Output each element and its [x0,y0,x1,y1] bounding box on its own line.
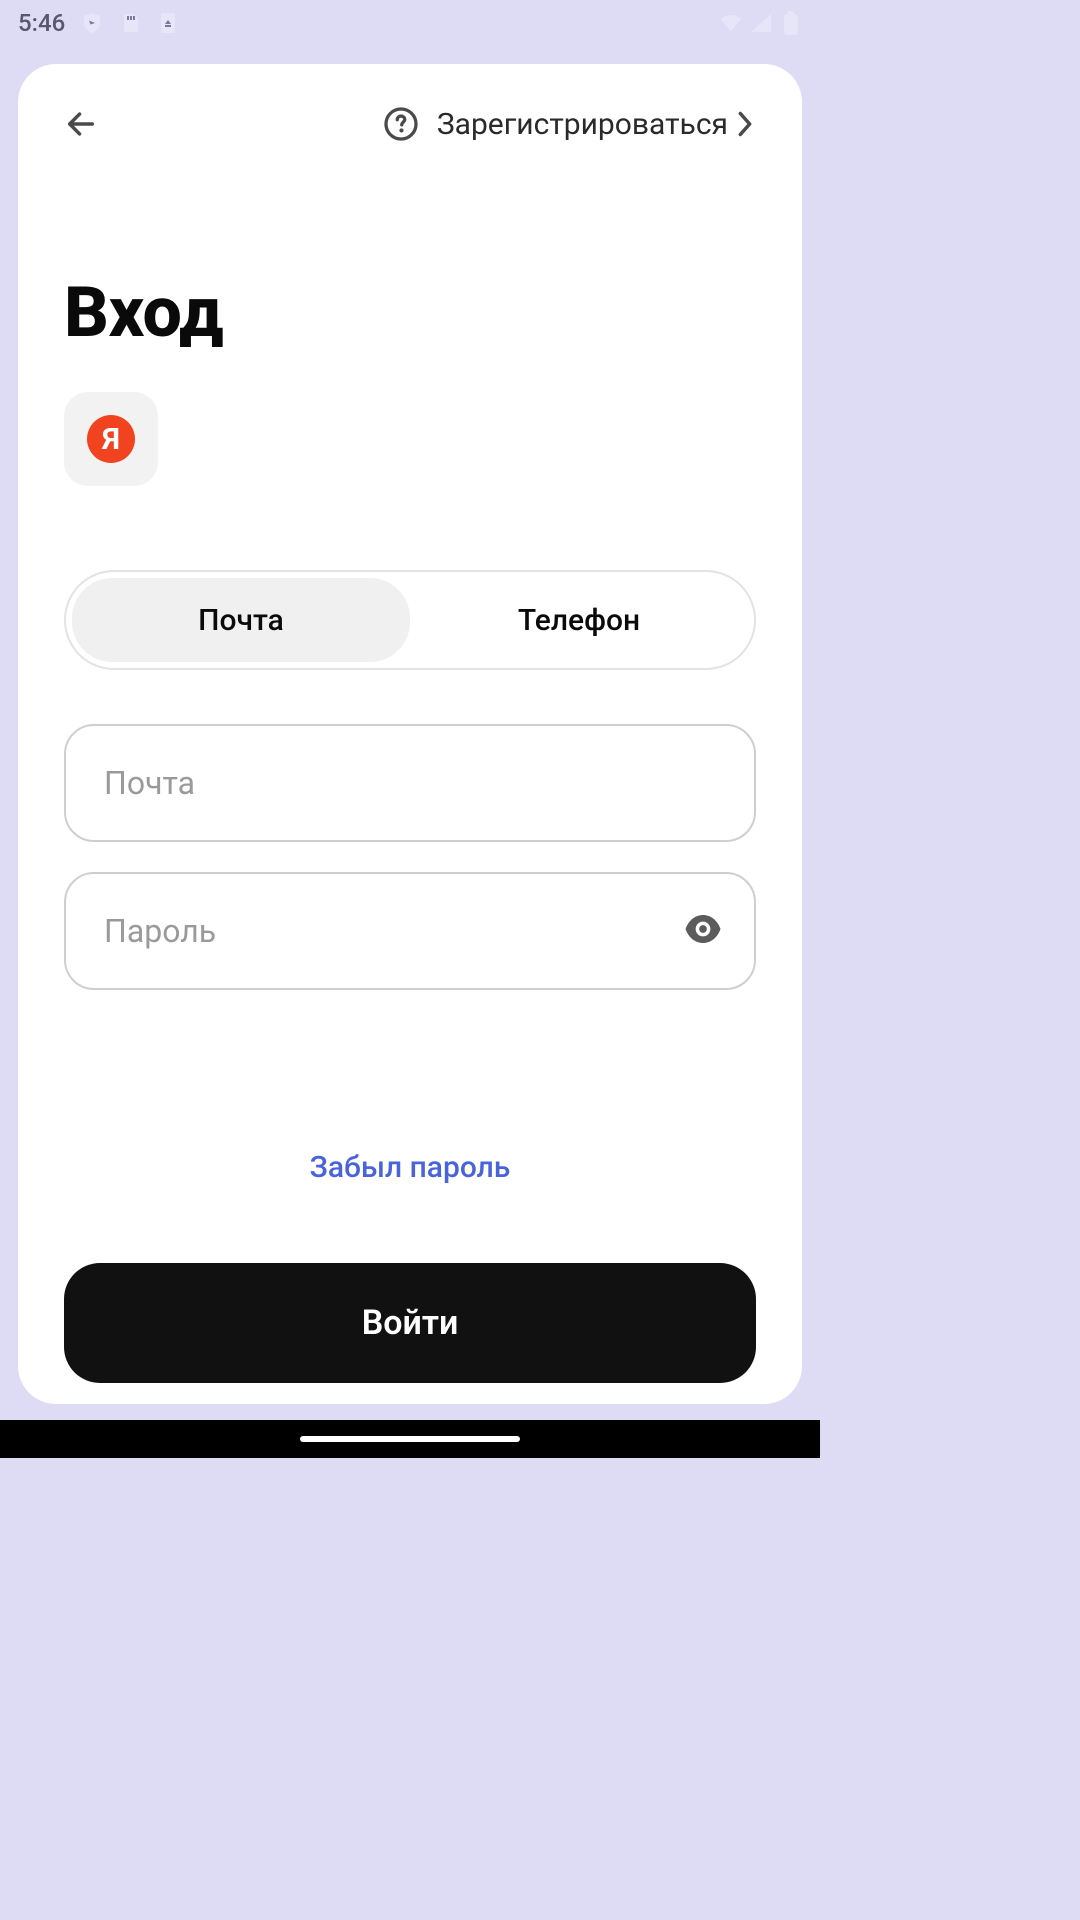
login-card: Зарегистрироваться Вход Я Почта Телефон … [18,64,802,1404]
email-field[interactable] [104,764,716,802]
password-field[interactable] [104,912,716,950]
register-label: Зарегистрироваться [437,107,728,142]
yandex-logo-icon: Я [87,415,135,463]
toggle-password-visibility-button[interactable] [682,908,724,954]
document-icon [157,12,179,34]
eye-icon [682,908,724,950]
arrow-left-icon [64,107,98,141]
forgot-password-link[interactable]: Забыл пароль [64,1150,756,1185]
help-button[interactable] [383,106,419,142]
system-nav-bar [0,1420,820,1458]
email-field-wrapper[interactable] [64,724,756,842]
page-title: Вход [64,272,756,354]
status-time: 5:46 [18,9,65,37]
login-button[interactable]: Войти [64,1263,756,1383]
tab-phone-label: Телефон [518,603,640,638]
gesture-handle[interactable] [300,1436,520,1442]
app-badge[interactable]: Я [64,392,158,486]
tab-email-label: Почта [198,603,284,638]
register-link[interactable]: Зарегистрироваться [437,107,756,142]
shield-icon [81,12,103,34]
wifi-icon [720,12,742,34]
battery-icon [780,12,802,34]
login-button-label: Войти [362,1303,459,1343]
help-circle-icon [383,106,419,142]
back-button[interactable] [64,107,98,141]
cellular-icon [750,12,772,34]
card-topbar: Зарегистрироваться [64,96,756,152]
auth-method-segmented-control: Почта Телефон [64,570,756,670]
sd-card-icon [119,12,141,34]
tab-phone[interactable]: Телефон [410,578,748,662]
tab-email[interactable]: Почта [72,578,410,662]
password-field-wrapper[interactable] [64,872,756,990]
forgot-password-label: Забыл пароль [310,1150,511,1185]
chevron-right-icon [734,110,756,138]
status-bar: 5:46 [0,0,820,46]
